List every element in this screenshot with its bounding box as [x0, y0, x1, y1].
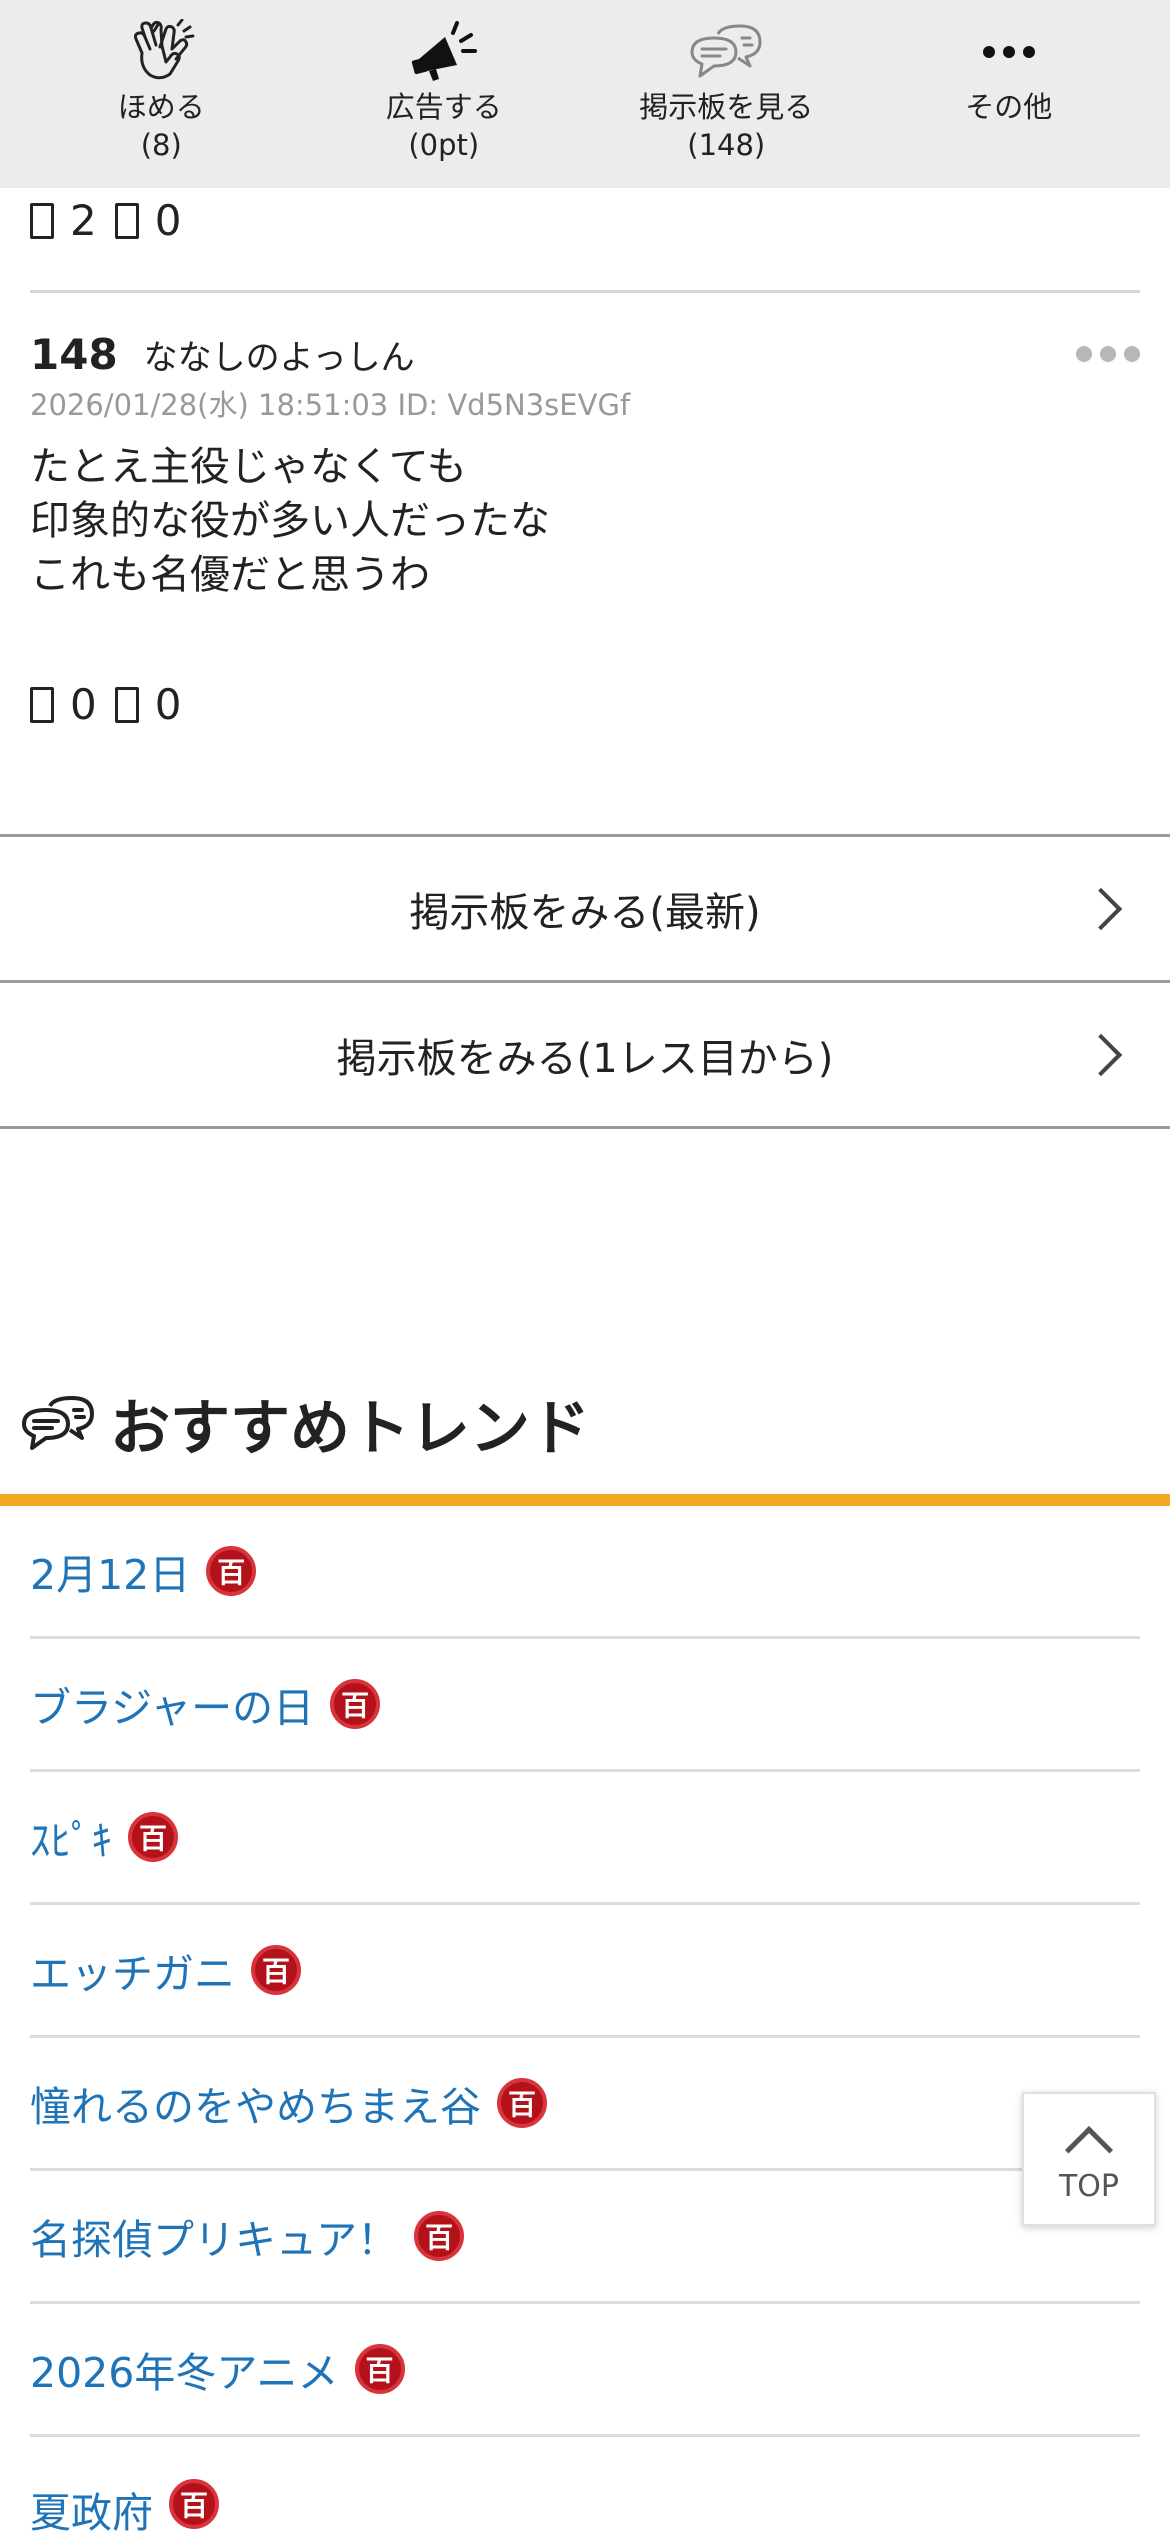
post-menu-button[interactable]	[1076, 346, 1140, 362]
post-line: 印象的な役が多い人だったな	[30, 498, 550, 544]
back-to-top-button[interactable]: TOP	[1022, 2092, 1156, 2226]
encyclopedia-badge-icon: 百	[206, 1546, 257, 1596]
trends-header: おすすめトレンド	[20, 1380, 590, 1467]
encyclopedia-badge-icon: 百	[251, 1945, 301, 1995]
trend-link[interactable]: 2月12日	[30, 1541, 190, 1601]
trend-link[interactable]: 憧れるのをやめちまえ谷	[30, 2073, 481, 2133]
trends-title: おすすめトレンド	[110, 1394, 590, 1464]
trend-link[interactable]: エッチガニ	[30, 1940, 235, 2000]
post-divider	[30, 290, 1140, 293]
board-from-first-button[interactable]: 掲示板をみる(1レス目から)	[0, 980, 1170, 1126]
prev-post-reactions: 2 0	[30, 196, 181, 245]
post-line: たとえ主役じゃなくても	[30, 444, 467, 490]
encyclopedia-badge-icon: 百	[414, 2211, 465, 2261]
bad-icon[interactable]	[114, 686, 139, 723]
post-number[interactable]: 148	[30, 330, 118, 379]
post-reactions: 0 0	[30, 680, 181, 729]
post-header: 148 ななしのよっしん	[30, 330, 415, 379]
advertise-button[interactable]: 広告する (0pt)	[304, 0, 584, 164]
trend-link[interactable]: 2026年冬アニメ	[30, 2339, 339, 2399]
praise-label: ほめる	[117, 90, 205, 124]
good-icon[interactable]	[30, 202, 54, 239]
encyclopedia-badge-icon: 百	[330, 1679, 381, 1729]
dot-icon	[1076, 346, 1092, 362]
trend-list: 2月12日 百 ブラジャーの日 百 ｽﾋﾟｷ 百 エッチガニ 百 憧れるのをやめ…	[30, 1506, 1140, 2532]
trend-item[interactable]: 憧れるのをやめちまえ谷 百	[30, 2038, 1140, 2171]
clapping-hands-icon	[123, 18, 199, 86]
trend-link[interactable]: 名探偵プリキュア！	[30, 2206, 398, 2266]
view-board-button[interactable]: 掲示板を見る (148)	[586, 0, 866, 164]
advertise-count: (0pt)	[408, 128, 480, 162]
chevron-up-icon	[1064, 2125, 1114, 2174]
dislike-count: 0	[154, 680, 182, 729]
advertise-label: 広告する	[385, 90, 502, 124]
trend-link[interactable]: ｽﾋﾟｷ	[30, 1807, 112, 1867]
board-latest-label: 掲示板をみる(最新)	[409, 889, 761, 936]
page: ほめる (8) 広告する (0pt) 掲示板を見る (148) その他 2 0 …	[0, 0, 1170, 2532]
encyclopedia-badge-icon: 百	[169, 2479, 219, 2529]
encyclopedia-badge-icon: 百	[354, 2344, 405, 2394]
good-icon[interactable]	[30, 686, 54, 723]
post-body: たとえ主役じゃなくても 印象的な役が多い人だったな これも名優だと思うわ	[30, 440, 550, 602]
dot-icon	[1100, 346, 1116, 362]
trend-link[interactable]: 夏政府	[30, 2479, 153, 2532]
board-buttons-bottom-border	[0, 1126, 1170, 1129]
action-bar: ほめる (8) 広告する (0pt) 掲示板を見る (148) その他	[0, 0, 1170, 188]
more-button[interactable]: その他	[869, 0, 1149, 126]
trends-accent-bar	[0, 1494, 1170, 1506]
view-board-label: 掲示板を見る	[639, 90, 814, 124]
board-latest-button[interactable]: 掲示板をみる(最新)	[0, 834, 1170, 980]
trend-item[interactable]: 名探偵プリキュア！ 百	[30, 2171, 1140, 2304]
like-count: 0	[70, 680, 97, 729]
prev-like-count: 2	[70, 196, 97, 245]
speech-bubbles-icon	[22, 1395, 94, 1450]
trend-item[interactable]: 夏政府 百	[30, 2437, 1140, 2532]
chevron-right-icon	[1079, 1033, 1123, 1076]
speech-bubbles-icon	[688, 18, 764, 86]
encyclopedia-badge-icon: 百	[128, 1812, 178, 1862]
more-label: その他	[965, 90, 1053, 124]
encyclopedia-badge-icon: 百	[497, 2078, 547, 2128]
post-meta: 2026/01/28(水) 18:51:03 ID: Vd5N3sEVGf	[30, 388, 631, 422]
more-dots-icon	[971, 18, 1047, 86]
board-from-first-label: 掲示板をみる(1レス目から)	[336, 1035, 834, 1082]
view-board-count: (148)	[687, 128, 766, 162]
trend-item[interactable]: エッチガニ 百	[30, 1905, 1140, 2038]
trend-item[interactable]: ｽﾋﾟｷ 百	[30, 1772, 1140, 1905]
megaphone-icon	[406, 18, 482, 86]
trend-link[interactable]: ブラジャーの日	[30, 1674, 314, 1734]
praise-count: (8)	[140, 128, 182, 162]
trend-item[interactable]: ブラジャーの日 百	[30, 1639, 1140, 1772]
trend-item[interactable]: 2026年冬アニメ 百	[30, 2304, 1140, 2437]
praise-button[interactable]: ほめる (8)	[21, 0, 301, 164]
post-line: これも名優だと思うわ	[30, 552, 430, 598]
prev-dislike-count: 0	[154, 196, 182, 245]
chevron-right-icon	[1079, 887, 1123, 930]
post-author: ななしのよっしん	[143, 338, 415, 378]
bad-icon[interactable]	[114, 202, 139, 239]
trend-item[interactable]: 2月12日 百	[30, 1506, 1140, 1639]
dot-icon	[1124, 346, 1140, 362]
